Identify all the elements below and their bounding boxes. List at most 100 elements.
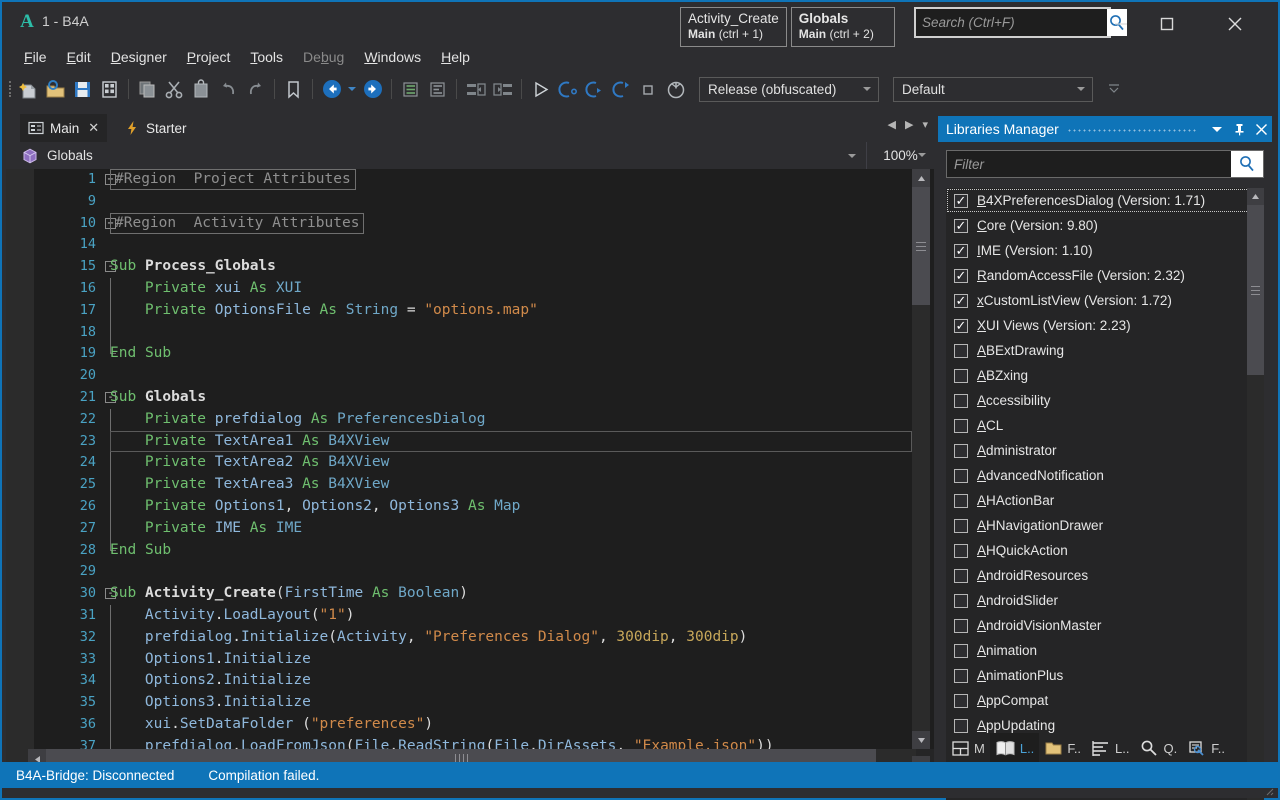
clean-button[interactable] [662, 76, 689, 103]
menu-file[interactable]: FFileile [14, 47, 57, 67]
checkbox-icon[interactable] [954, 619, 968, 633]
library-list-item[interactable]: xCustomListView (Version: 1.72) [946, 288, 1264, 313]
breadcrumb-scope-select[interactable]: Globals [6, 148, 848, 164]
panel-tab-modules[interactable]: M [946, 733, 990, 763]
save-button[interactable] [69, 76, 96, 103]
nav-tab-globals[interactable]: Globals Main (ctrl + 2) [791, 7, 895, 47]
library-list-item[interactable]: AHNavigationDrawer [946, 513, 1264, 538]
library-list[interactable]: B4XPreferencesDialog (Version: 1.71)Core… [946, 188, 1264, 800]
library-list-item[interactable]: ABZxing [946, 363, 1264, 388]
editor-tab-starter[interactable]: Starter [116, 114, 195, 142]
checkbox-icon[interactable] [954, 594, 968, 608]
library-list-item[interactable]: AHActionBar [946, 488, 1264, 513]
checkbox-icon[interactable] [954, 569, 968, 583]
vertical-scroll-thumb[interactable] [912, 187, 930, 305]
checkbox-icon[interactable] [954, 669, 968, 683]
nav-tab-activity-create[interactable]: Activity_Create Main (ctrl + 1) [680, 7, 787, 47]
menu-tools[interactable]: Tools [240, 47, 293, 67]
tab-list-button[interactable]: ▾ [922, 118, 928, 131]
scroll-down-button[interactable] [912, 731, 930, 749]
checkbox-icon[interactable] [954, 344, 968, 358]
library-list-item[interactable]: AndroidSlider [946, 588, 1264, 613]
panel-tab-libraries[interactable]: L.. [990, 733, 1039, 763]
tab-next-button[interactable]: ▶ [905, 118, 913, 131]
library-list-item[interactable]: Core (Version: 9.80) [946, 213, 1264, 238]
menu-edit[interactable]: Edit [57, 47, 101, 67]
checkbox-icon[interactable] [954, 419, 968, 433]
window-minimize-button[interactable] [1098, 4, 1144, 44]
library-scroll-thumb[interactable] [1247, 205, 1264, 375]
library-list-item[interactable]: AndroidVisionMaster [946, 613, 1264, 638]
debug-button[interactable] [554, 76, 581, 103]
menu-help[interactable]: Help [431, 47, 480, 67]
library-list-item[interactable]: B4XPreferencesDialog (Version: 1.71) [946, 188, 1264, 213]
checkbox-checked-icon[interactable] [954, 269, 968, 283]
toolbar-overflow-button[interactable] [1107, 76, 1121, 103]
library-vertical-scrollbar[interactable] [1247, 188, 1264, 800]
checkbox-icon[interactable] [954, 494, 968, 508]
restart-button[interactable] [608, 76, 635, 103]
search-input[interactable] [916, 9, 1107, 36]
checkbox-checked-icon[interactable] [954, 244, 968, 258]
navigate-back-dropdown[interactable] [345, 76, 359, 103]
new-file-button[interactable] [15, 76, 42, 103]
library-list-item[interactable]: Animation [946, 638, 1264, 663]
library-list-item[interactable]: AndroidResources [946, 563, 1264, 588]
checkbox-icon[interactable] [954, 644, 968, 658]
panel-tab-logs[interactable]: L.. [1086, 733, 1134, 763]
library-filter-input[interactable] [947, 151, 1231, 177]
panel-menu-button[interactable] [1206, 116, 1228, 142]
panel-tab-files[interactable]: F.. [1039, 733, 1086, 763]
comment-button[interactable] [397, 76, 424, 103]
checkbox-icon[interactable] [954, 519, 968, 533]
checkbox-icon[interactable] [954, 544, 968, 558]
library-list-item[interactable]: Administrator [946, 438, 1264, 463]
zoom-select[interactable]: 100% [866, 142, 934, 169]
library-list-item[interactable]: RandomAccessFile (Version: 2.32) [946, 263, 1264, 288]
tab-prev-button[interactable]: ◀ [888, 118, 896, 131]
checkbox-icon[interactable] [954, 394, 968, 408]
debug-step-button[interactable] [581, 76, 608, 103]
chevron-down-icon[interactable] [848, 154, 856, 158]
checkbox-icon[interactable] [954, 694, 968, 708]
open-folder-button[interactable] [42, 76, 69, 103]
library-scroll-up-button[interactable] [1247, 188, 1264, 205]
menu-windows[interactable]: Windows [354, 47, 431, 67]
outdent-button[interactable] [489, 76, 516, 103]
undo-button[interactable] [215, 76, 242, 103]
library-list-item[interactable]: AdvancedNotification [946, 463, 1264, 488]
panel-close-button[interactable] [1250, 116, 1272, 142]
save-all-button[interactable] [96, 76, 123, 103]
panel-tab-quick-search[interactable]: Q. [1135, 733, 1183, 763]
resize-grip-icon[interactable] [1262, 784, 1274, 796]
editor-tab-main[interactable]: Main ✕ [20, 114, 107, 142]
navigate-forward-button[interactable] [359, 76, 386, 103]
checkbox-checked-icon[interactable] [954, 219, 968, 233]
uncomment-button[interactable] [424, 76, 451, 103]
library-list-item[interactable]: ACL [946, 413, 1264, 438]
copy-button[interactable] [134, 76, 161, 103]
code-area[interactable]: 1+#Region Project Attributes910+#Region … [6, 169, 934, 749]
library-list-item[interactable]: AnimationPlus [946, 663, 1264, 688]
library-list-item[interactable]: AppCompat [946, 688, 1264, 713]
library-list-item[interactable]: XUI Views (Version: 2.23) [946, 313, 1264, 338]
checkbox-icon[interactable] [954, 369, 968, 383]
menu-designer[interactable]: Designer [101, 47, 177, 67]
checkbox-checked-icon[interactable] [954, 319, 968, 333]
panel-pin-button[interactable] [1228, 116, 1250, 142]
library-list-item[interactable]: AHQuickAction [946, 538, 1264, 563]
panel-tab-find-results[interactable]: F.. [1182, 733, 1230, 763]
checkbox-icon[interactable] [954, 469, 968, 483]
menu-project[interactable]: Project [177, 47, 241, 67]
bookmark-button[interactable] [280, 76, 307, 103]
checkbox-icon[interactable] [954, 719, 968, 733]
editor-vertical-scrollbar[interactable] [912, 169, 930, 749]
checkbox-checked-icon[interactable] [954, 194, 968, 208]
checkbox-icon[interactable] [954, 444, 968, 458]
library-list-item[interactable]: ABExtDrawing [946, 338, 1264, 363]
build-mode-select[interactable]: Release (obfuscated) [699, 77, 879, 102]
checkbox-checked-icon[interactable] [954, 294, 968, 308]
indent-button[interactable] [462, 76, 489, 103]
stop-button[interactable] [635, 76, 662, 103]
config-select[interactable]: Default [893, 77, 1093, 102]
